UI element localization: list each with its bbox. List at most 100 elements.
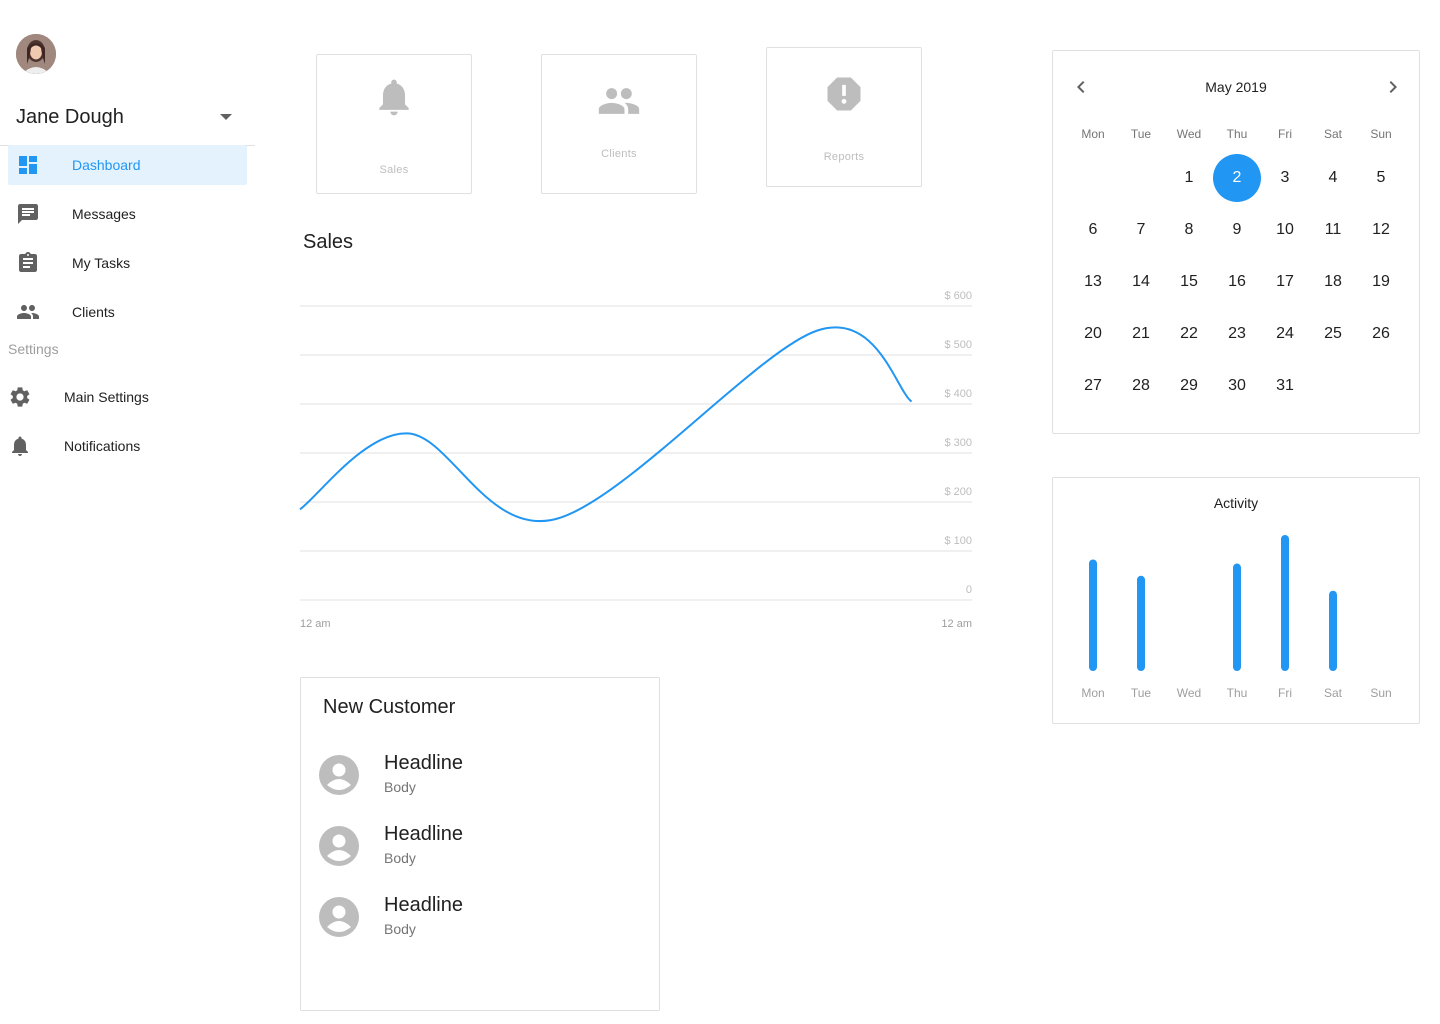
customer-body: Body <box>384 921 416 937</box>
sidebar-item-main-settings[interactable]: Main Settings <box>8 377 247 417</box>
y-tick-label: $ 300 <box>944 437 972 449</box>
activity-bar <box>1089 559 1097 671</box>
bell-icon <box>379 79 409 116</box>
chevron-right-icon[interactable] <box>1381 75 1405 99</box>
calendar-day[interactable]: 8 <box>1165 206 1213 254</box>
calendar-day[interactable]: 28 <box>1117 362 1165 410</box>
calendar-day[interactable]: 23 <box>1213 310 1261 358</box>
y-tick-label: 0 <box>966 584 972 596</box>
calendar-weekday-label: Mon <box>1081 127 1105 141</box>
calendar-day[interactable]: 27 <box>1069 362 1117 410</box>
calendar-day[interactable]: 13 <box>1069 258 1117 306</box>
x-tick-label: Sun <box>1370 686 1391 700</box>
new-customer-card: New Customer Headline Body Headline Body… <box>300 677 660 1011</box>
activity-bar <box>1281 535 1289 671</box>
sidebar-item-my-tasks[interactable]: My Tasks <box>8 243 247 283</box>
user-avatar[interactable] <box>16 34 56 74</box>
sidebar-item-notifications[interactable]: Notifications <box>8 426 247 466</box>
customer-headline: Headline <box>384 823 463 845</box>
calendar-day[interactable]: 7 <box>1117 206 1165 254</box>
calendar-day[interactable]: 24 <box>1261 310 1309 358</box>
bell-icon <box>12 436 28 456</box>
calendar-day[interactable]: 31 <box>1261 362 1309 410</box>
calendar-day[interactable]: 30 <box>1213 362 1261 410</box>
account-dropdown-icon[interactable] <box>220 114 232 120</box>
x-tick-label: 12 am <box>300 618 331 630</box>
calendar-month-label: May 2019 <box>1205 79 1267 95</box>
sales-series-line <box>299 326 913 523</box>
calendar-day[interactable]: 18 <box>1309 258 1357 306</box>
account-circle-icon <box>319 897 359 937</box>
customer-headline: Headline <box>384 752 463 774</box>
list-item[interactable]: Headline Body <box>319 752 639 812</box>
sidebar-item-messages[interactable]: Messages <box>8 194 247 234</box>
calendar-card: May 2019 Mon Tue Wed Thu Fri Sat Sun 1 2 3 4 5 6 7 8 9 1… <box>1052 50 1420 434</box>
account-circle-icon <box>319 755 359 795</box>
activity-bar <box>1137 575 1145 671</box>
people-icon <box>17 305 39 319</box>
sales-chart-title: Sales <box>303 231 354 253</box>
calendar-weekday-label: Sat <box>1323 127 1342 141</box>
sidebar-item-clients[interactable]: Clients <box>8 292 247 332</box>
stat-card-clients[interactable]: Clients <box>541 54 697 194</box>
calendar-day[interactable]: 3 <box>1261 154 1309 202</box>
calendar-day[interactable]: 26 <box>1357 310 1405 358</box>
alert-octagon-icon <box>827 77 861 111</box>
calendar-day[interactable]: 17 <box>1261 258 1309 306</box>
activity-bar <box>1329 590 1337 671</box>
calendar-day[interactable]: 20 <box>1069 310 1117 358</box>
activity-bar <box>1233 563 1241 671</box>
stat-card-label: Clients <box>601 148 637 160</box>
account-circle-icon <box>319 826 359 866</box>
calendar-weekday-label: Fri <box>1278 127 1292 141</box>
customer-body: Body <box>384 779 416 795</box>
list-item[interactable]: Headline Body <box>319 894 639 954</box>
calendar-day[interactable]: 10 <box>1261 206 1309 254</box>
clipboard-icon <box>19 252 37 272</box>
y-tick-label: $ 200 <box>944 486 972 498</box>
x-tick-label: Fri <box>1278 686 1292 700</box>
calendar-weekday-label: Thu <box>1226 127 1248 141</box>
calendar-day[interactable]: 25 <box>1309 310 1357 358</box>
x-tick-label: Thu <box>1227 686 1248 700</box>
sidebar-item-label: Dashboard <box>72 157 141 173</box>
calendar-day[interactable]: 29 <box>1165 362 1213 410</box>
calendar-day[interactable]: 16 <box>1213 258 1261 306</box>
calendar-day[interactable]: 12 <box>1357 206 1405 254</box>
gear-icon <box>10 387 30 407</box>
y-tick-label: $ 500 <box>944 339 972 351</box>
activity-card: Activity Mon Tue Wed Thu Fri Sat Sun <box>1052 477 1420 724</box>
x-tick-label: Mon <box>1081 686 1104 700</box>
message-icon <box>18 204 38 224</box>
calendar-day-selected[interactable]: 2 <box>1213 154 1261 202</box>
activity-bar-chart: Mon Tue Wed Thu Fri Sat Sun <box>1081 535 1392 700</box>
stat-card-label: Reports <box>823 151 865 163</box>
customer-headline: Headline <box>384 894 463 916</box>
calendar-weekday-label: Sun <box>1370 127 1392 141</box>
calendar-day[interactable]: 14 <box>1117 258 1165 306</box>
sidebar-item-dashboard[interactable]: Dashboard <box>8 145 247 185</box>
stat-card-sales[interactable]: Sales <box>316 54 472 194</box>
calendar-day[interactable]: 11 <box>1309 206 1357 254</box>
calendar-day[interactable]: 19 <box>1357 258 1405 306</box>
new-customer-title: New Customer <box>323 696 456 718</box>
calendar-day[interactable]: 1 <box>1165 154 1213 202</box>
calendar-day[interactable]: 9 <box>1213 206 1261 254</box>
calendar-weekday-label: Tue <box>1130 127 1152 141</box>
calendar-day[interactable]: 6 <box>1069 206 1117 254</box>
y-tick-label: $ 400 <box>944 388 972 400</box>
people-icon <box>598 88 640 114</box>
calendar-day[interactable]: 4 <box>1309 154 1357 202</box>
calendar-day[interactable]: 21 <box>1117 310 1165 358</box>
sidebar-item-label: Clients <box>72 304 115 320</box>
stat-card-reports[interactable]: Reports <box>766 47 922 187</box>
y-tick-label: $ 100 <box>944 535 972 547</box>
x-tick-label: 12 am <box>941 618 972 630</box>
y-tick-label: $ 600 <box>944 290 972 302</box>
user-name: Jane Dough <box>16 106 124 128</box>
list-item[interactable]: Headline Body <box>319 823 639 883</box>
calendar-day[interactable]: 22 <box>1165 310 1213 358</box>
calendar-day[interactable]: 5 <box>1357 154 1405 202</box>
calendar-day[interactable]: 15 <box>1165 258 1213 306</box>
sidebar-item-label: Main Settings <box>64 389 149 405</box>
